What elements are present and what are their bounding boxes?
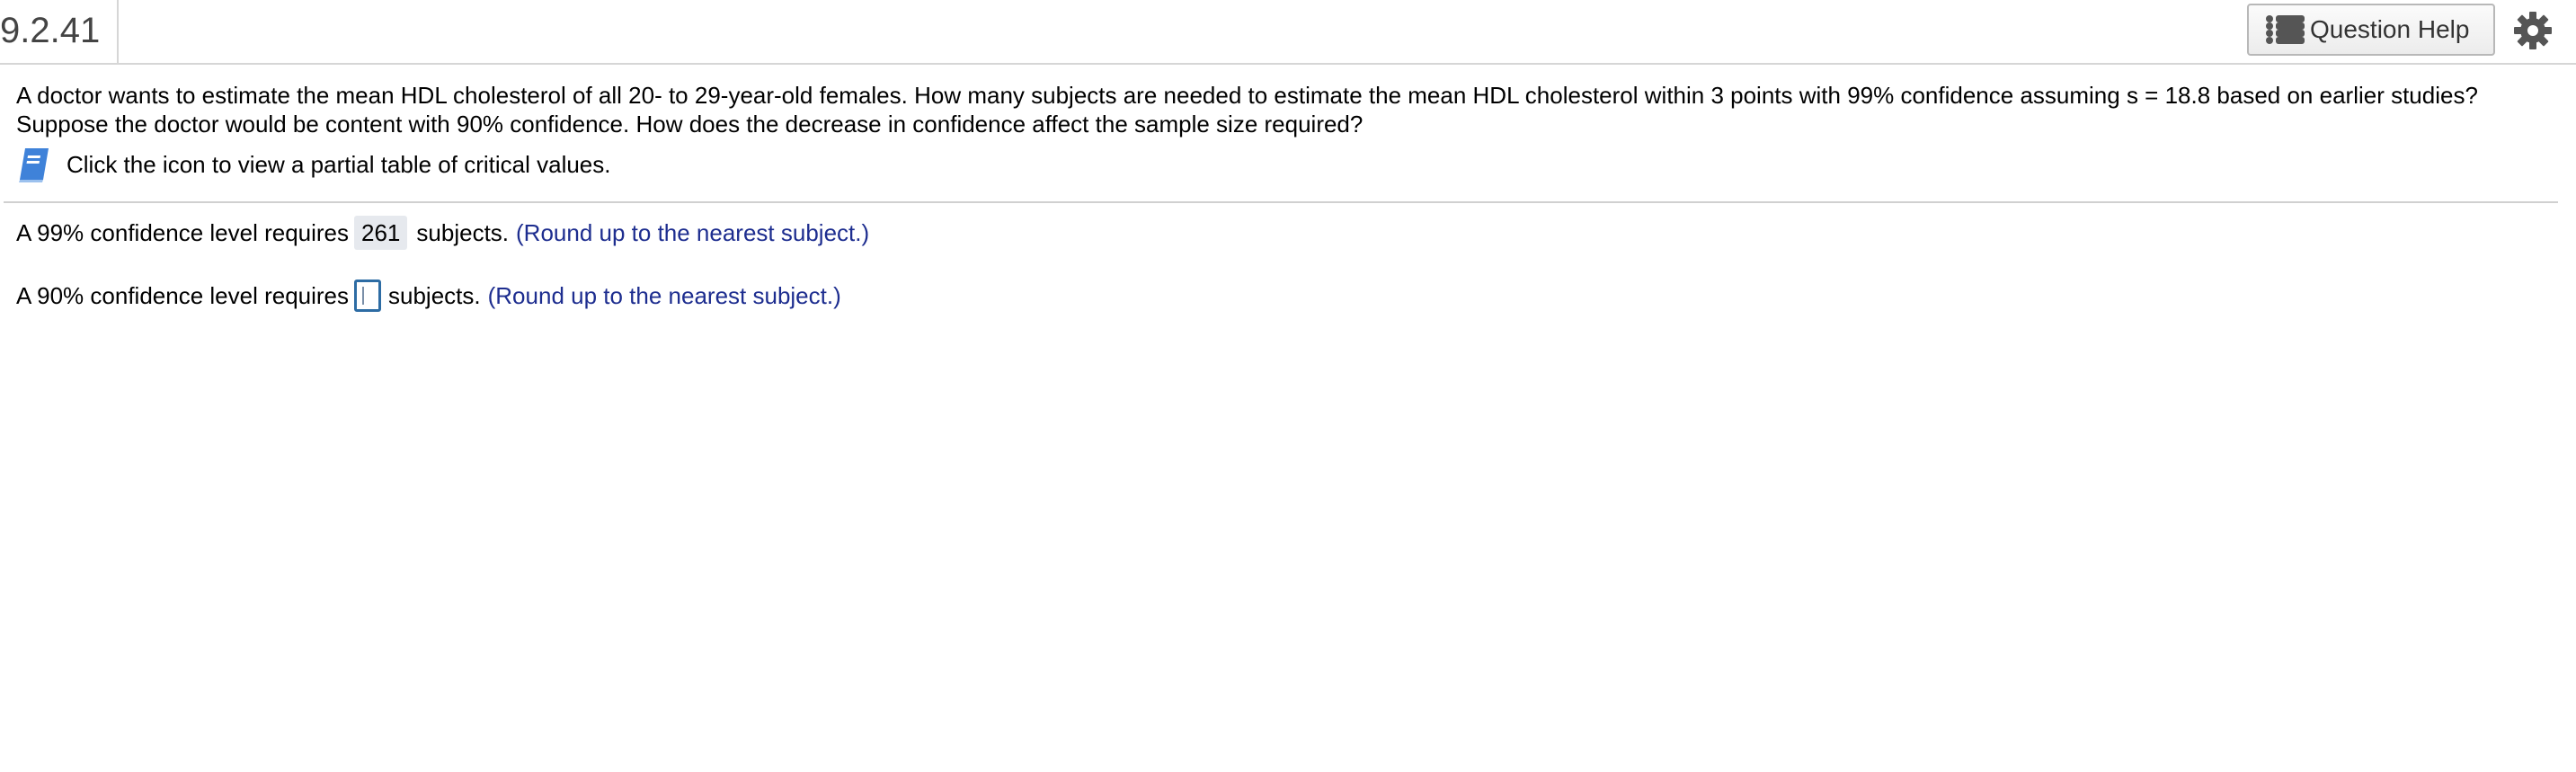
question-line-2: Suppose the doctor would be content with… [16, 111, 1364, 138]
list-icon [2266, 15, 2305, 44]
answer-input-90-box[interactable] [354, 280, 382, 312]
answer-suffix: subjects. [388, 281, 481, 309]
question-line-1: A doctor wants to estimate the mean HDL … [16, 82, 2478, 109]
answer-value-99: 261 [354, 216, 408, 250]
question-text: A doctor wants to estimate the mean HDL … [16, 81, 2533, 138]
answer-suffix: subjects. [416, 218, 510, 246]
answer-row-99: A 99% confidence level requires 261 subj… [16, 215, 869, 251]
answer-prefix: A 99% confidence level requires [16, 218, 350, 246]
answer-prefix: A 90% confidence level requires [16, 281, 350, 309]
question-number: 9.2.41 [0, 0, 119, 63]
question-help-button[interactable]: Question Help [2247, 4, 2495, 56]
question-header: 9.2.41 Question Help [0, 0, 2576, 65]
gear-icon[interactable] [2513, 11, 2553, 50]
rounding-note: (Round up to the nearest subject.) [516, 218, 870, 246]
divider [4, 201, 2558, 203]
question-help-label: Question Help [2310, 15, 2470, 43]
rounding-note: (Round up to the nearest subject.) [487, 281, 841, 309]
book-icon[interactable] [16, 146, 54, 183]
hint-text: Click the icon to view a partial table o… [67, 150, 611, 178]
answer-row-90: A 90% confidence level requires subjects… [16, 278, 841, 314]
answer-input-90[interactable] [357, 282, 379, 309]
critical-values-hint: Click the icon to view a partial table o… [16, 146, 611, 183]
